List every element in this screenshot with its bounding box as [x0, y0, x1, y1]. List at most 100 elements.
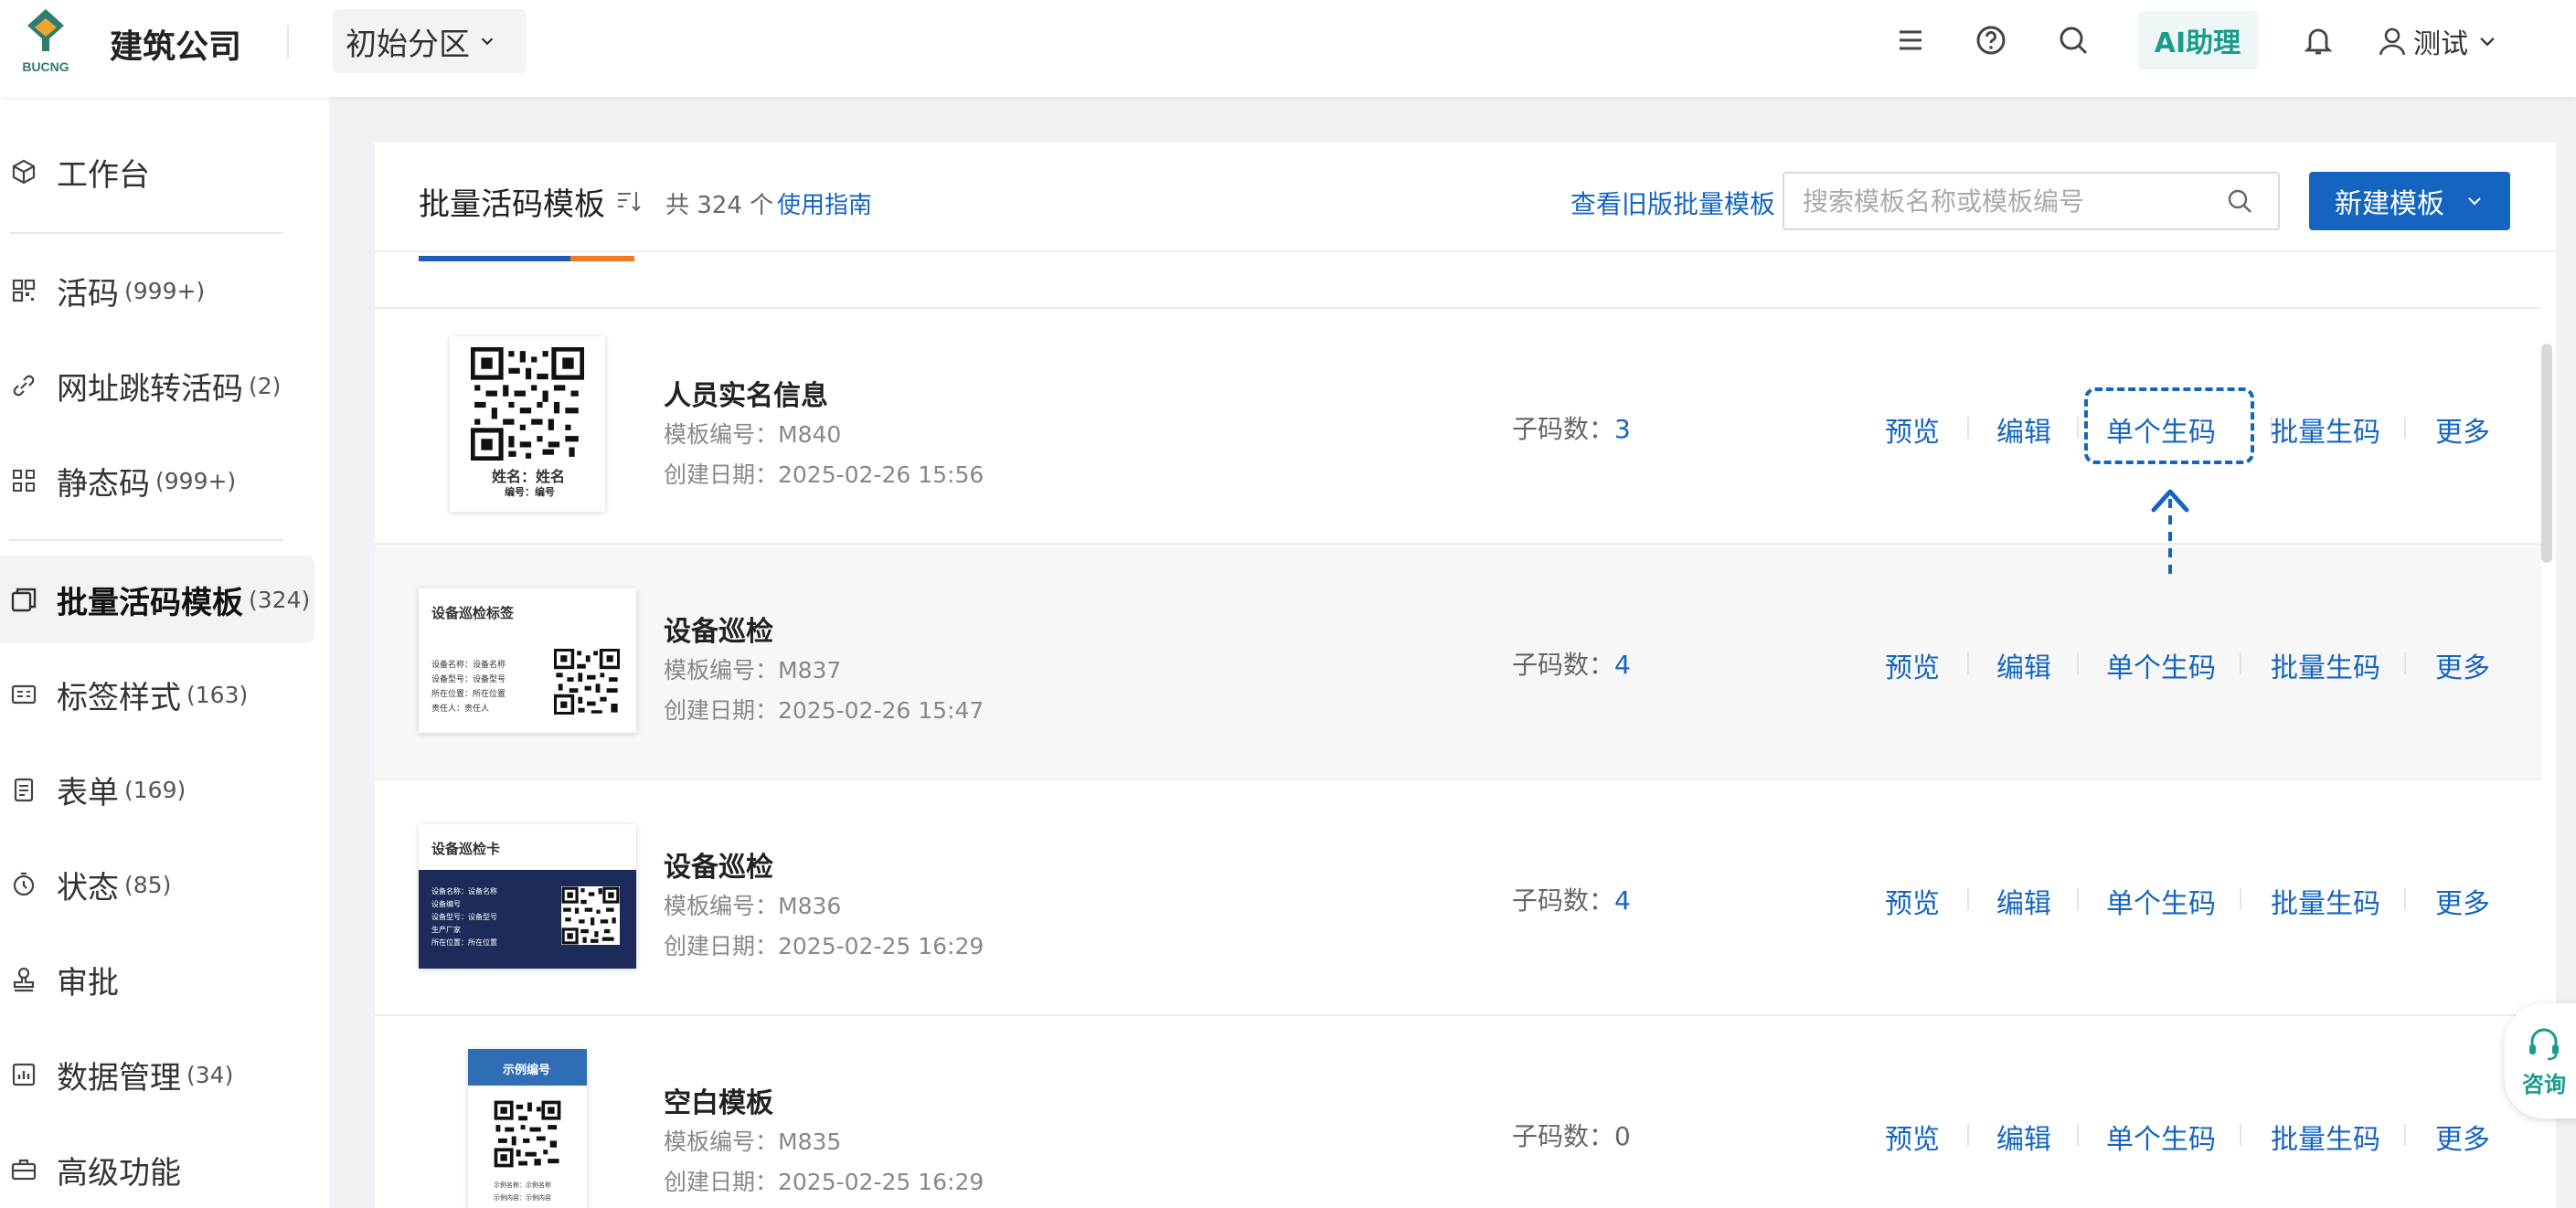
qrcode-image	[554, 649, 620, 715]
action-divider	[2077, 652, 2079, 674]
preview-button[interactable]: 预览	[1885, 645, 1940, 685]
company-logo[interactable]: BUCNG	[16, 5, 75, 79]
sidebar-item-advanced[interactable]: 高级功能	[0, 1126, 314, 1208]
batch-generate-button[interactable]: 批量生码	[2271, 409, 2380, 450]
preview-button[interactable]: 预览	[1885, 881, 1940, 921]
new-template-label: 新建模板	[2335, 188, 2444, 220]
batch-generate-button[interactable]: 批量生码	[2271, 645, 2380, 685]
sub-code-count: 子码数：3	[1512, 409, 1631, 446]
user-icon	[2379, 27, 2406, 56]
template-thumbnail[interactable]: 设备巡检标签 设备名称：设备名称 设备型号：设备型号 所在位置：所在位置 责任人…	[419, 588, 636, 733]
table-row[interactable]: 设备巡检标签 设备名称：设备名称 设备型号：设备型号 所在位置：所在位置 责任人…	[375, 545, 2541, 780]
template-name[interactable]: 空白模板	[664, 1080, 773, 1120]
guide-link[interactable]: 使用指南	[777, 186, 872, 220]
user-menu[interactable]: 测试	[2377, 18, 2499, 64]
new-template-button[interactable]: 新建模板	[2309, 172, 2510, 230]
sub-code-label: 子码数：	[1512, 650, 1615, 680]
sort-icon[interactable]	[614, 186, 644, 216]
sub-code-value: 3	[1614, 414, 1631, 444]
old-template-link[interactable]: 查看旧版批量模板	[1570, 185, 1775, 221]
table-row[interactable]: 示例编号 示例名称：示例名称 示例内容：示例内容 空白模板 模板编号：M835 …	[375, 1016, 2541, 1208]
consult-button[interactable]: 咨询	[2505, 1003, 2576, 1118]
highlight-box	[2084, 387, 2254, 464]
thumbnail-title: 示例编号	[503, 1064, 551, 1077]
template-name[interactable]: 设备巡检	[664, 844, 773, 885]
sidebar-item-data-management[interactable]: 数据管理 (34)	[0, 1031, 314, 1118]
static-code-icon	[13, 470, 35, 492]
template-code: 模板编号：M840	[664, 421, 842, 448]
stamp-icon	[13, 967, 35, 992]
table-row[interactable]: 姓名：姓名 编号：编号 人员实名信息 模板编号：M840 创建日期：2025-0…	[375, 309, 2541, 545]
preview-button[interactable]: 预览	[1885, 409, 1940, 450]
thumbnail-title: 设备巡检标签	[431, 605, 515, 621]
sidebar-item-count: (324)	[249, 586, 311, 613]
sidebar-item-label-style[interactable]: 标签样式 (163)	[0, 651, 314, 738]
sidebar-item-count: (85)	[124, 871, 172, 898]
more-button[interactable]: 更多	[2435, 645, 2490, 685]
sidebar-item-approval[interactable]: 审批	[0, 936, 314, 1023]
sub-code-count: 子码数：4	[1512, 881, 1631, 917]
template-panel: 批量活码模板 共 324 个 使用指南 查看旧版批量模板 新建模板 姓名：姓名 …	[375, 143, 2556, 1208]
search-input[interactable]	[1783, 172, 2280, 230]
thumbnail-text: 所在位置：所在位置	[431, 690, 506, 699]
chart-icon	[12, 1063, 36, 1086]
template-code: 模板编号：M835	[664, 1129, 842, 1155]
table-row[interactable]: 设备巡检卡 设备名称：设备名称 设备编号 设备型号：设备型号 生产厂家 所在位置…	[375, 780, 2541, 1016]
single-generate-button[interactable]: 单个生码	[2106, 645, 2216, 685]
action-divider	[2404, 417, 2406, 439]
action-divider	[2404, 1124, 2406, 1146]
help-icon[interactable]	[1973, 22, 2009, 58]
header-divider	[287, 26, 289, 58]
batch-generate-button[interactable]: 批量生码	[2271, 881, 2380, 921]
template-icon	[11, 588, 37, 612]
sidebar-item-count: (999+)	[124, 277, 206, 304]
sidebar-item-label: 数据管理	[57, 1059, 181, 1097]
sidebar-item-workbench[interactable]: 工作台	[0, 128, 314, 216]
thumbnail-title: 设备巡检卡	[431, 841, 501, 857]
template-date: 创建日期：2025-02-26 15:56	[664, 461, 985, 488]
edit-button[interactable]: 编辑	[1996, 409, 2051, 450]
scrollbar[interactable]	[2541, 344, 2552, 563]
search-icon[interactable]	[2225, 186, 2254, 216]
more-button[interactable]: 更多	[2435, 409, 2490, 450]
search-icon[interactable]	[2055, 22, 2092, 58]
template-thumbnail[interactable]: 示例编号 示例名称：示例名称 示例内容：示例内容	[468, 1049, 587, 1208]
sidebar-item-static-code[interactable]: 静态码 (999+)	[0, 437, 314, 525]
more-button[interactable]: 更多	[2435, 881, 2490, 921]
bell-icon[interactable]	[2300, 22, 2336, 58]
partition-select[interactable]: 初始分区	[333, 9, 527, 73]
more-button[interactable]: 更多	[2435, 1117, 2490, 1157]
sidebar-item-live-code[interactable]: 活码 (999+)	[0, 247, 314, 334]
template-name[interactable]: 设备巡检	[664, 609, 773, 649]
menu-icon[interactable]	[1892, 22, 1929, 58]
sidebar-item-form[interactable]: 表单 (169)	[0, 746, 314, 833]
qrcode-image	[494, 1100, 561, 1168]
action-divider	[1967, 417, 1969, 439]
sidebar-item-status[interactable]: 状态 (85)	[0, 841, 314, 928]
sidebar-item-count: (169)	[124, 776, 186, 803]
ai-assistant-button[interactable]: AI助理	[2137, 11, 2258, 69]
page-title: 批量活码模板	[419, 186, 605, 223]
edit-button[interactable]: 编辑	[1996, 645, 2051, 685]
action-divider	[2404, 888, 2406, 910]
link-icon	[13, 375, 35, 397]
sub-code-label: 子码数：	[1512, 1121, 1615, 1151]
sidebar-item-label: 活码	[57, 275, 119, 313]
edit-button[interactable]: 编辑	[1996, 1117, 2051, 1157]
batch-generate-button[interactable]: 批量生码	[2271, 1117, 2380, 1157]
template-thumbnail[interactable]: 设备巡检卡 设备名称：设备名称 设备编号 设备型号：设备型号 生产厂家 所在位置…	[419, 824, 636, 969]
single-generate-button[interactable]: 单个生码	[2106, 881, 2216, 921]
thumbnail-text: 责任人：责任人	[431, 705, 490, 714]
template-name[interactable]: 人员实名信息	[664, 373, 828, 413]
preview-button[interactable]: 预览	[1885, 1117, 1940, 1157]
thumbnail-text: 示例内容：示例内容	[494, 1194, 551, 1202]
single-generate-button[interactable]: 单个生码	[2106, 1117, 2216, 1157]
sidebar-item-label: 静态码	[57, 465, 150, 503]
qrcode-icon	[12, 279, 36, 302]
thumbnail-text: 生产厂家	[431, 926, 461, 934]
sidebar-item-url-redirect[interactable]: 网址跳转活码 (2)	[0, 342, 314, 429]
template-date: 创建日期：2025-02-25 16:29	[664, 1169, 985, 1195]
sidebar-item-batch-template[interactable]: 批量活码模板 (324)	[0, 556, 314, 643]
edit-button[interactable]: 编辑	[1996, 881, 2051, 921]
template-thumbnail[interactable]: 姓名：姓名 编号：编号	[450, 336, 605, 512]
